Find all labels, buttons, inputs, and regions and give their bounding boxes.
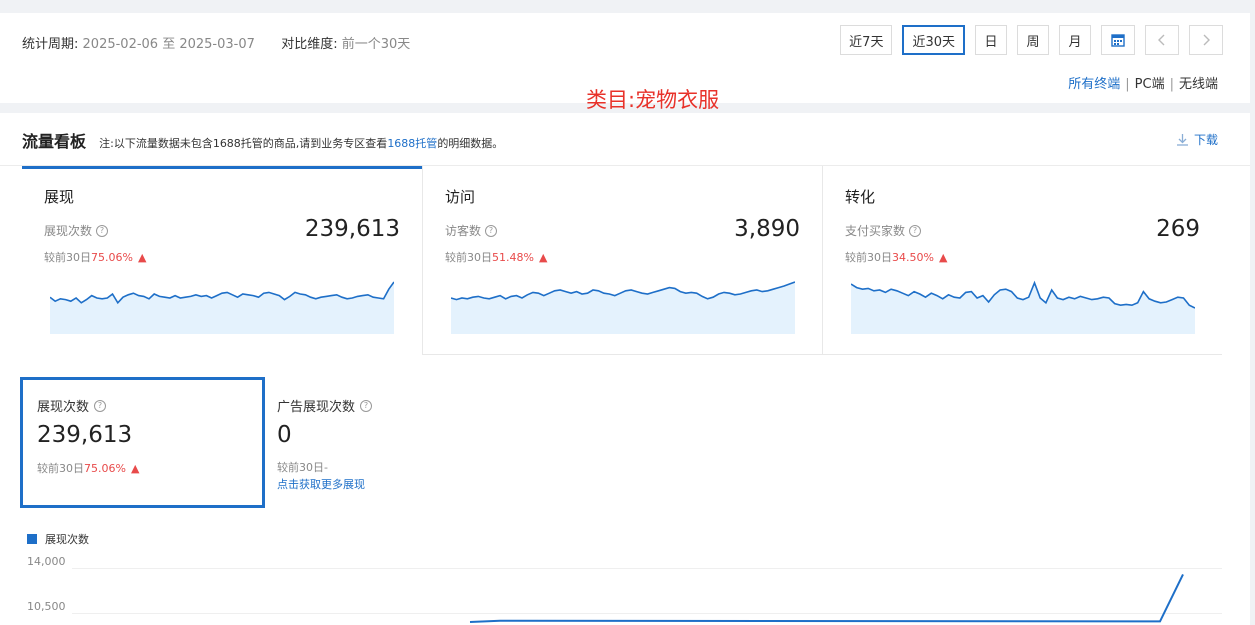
- period-label: 统计周期:: [22, 37, 79, 52]
- period-buttons: 近7天 近30天 日 周 月: [840, 25, 1223, 55]
- traffic-board: 流量看板 注:以下流量数据未包含1688托管的商品,请到业务专区查看1688托管…: [0, 113, 1250, 625]
- btn-week[interactable]: 周: [1017, 25, 1049, 55]
- chevron-right-icon: [1203, 34, 1210, 46]
- calendar-button[interactable]: [1101, 25, 1135, 55]
- btn-30days[interactable]: 近30天: [902, 25, 965, 55]
- btn-month[interactable]: 月: [1059, 25, 1091, 55]
- category-annotation: 类目:宠物衣服: [586, 88, 720, 112]
- main-line-chart: [469, 573, 1184, 623]
- terminal-pc[interactable]: PC端: [1135, 77, 1165, 92]
- terminal-switch: 所有终端 | PC端 | 无线端: [1068, 77, 1218, 92]
- period-value: 2025-02-06 至 2025-03-07: [82, 37, 255, 52]
- terminal-all[interactable]: 所有终端: [1068, 77, 1120, 92]
- compare-value: 前一个30天: [341, 37, 411, 52]
- compare-label: 对比维度:: [281, 37, 338, 52]
- next-button[interactable]: [1189, 25, 1223, 55]
- btn-7days[interactable]: 近7天: [840, 25, 893, 55]
- calendar-icon: [1111, 34, 1125, 47]
- series-line-impressions: [469, 573, 1184, 623]
- prev-button[interactable]: [1145, 25, 1179, 55]
- terminal-mobile[interactable]: 无线端: [1179, 77, 1218, 92]
- top-band: [0, 0, 1255, 13]
- btn-day[interactable]: 日: [975, 25, 1007, 55]
- chevron-left-icon: [1158, 34, 1165, 46]
- period-info: 统计周期: 2025-02-06 至 2025-03-07 对比维度: 前一个3…: [22, 33, 410, 52]
